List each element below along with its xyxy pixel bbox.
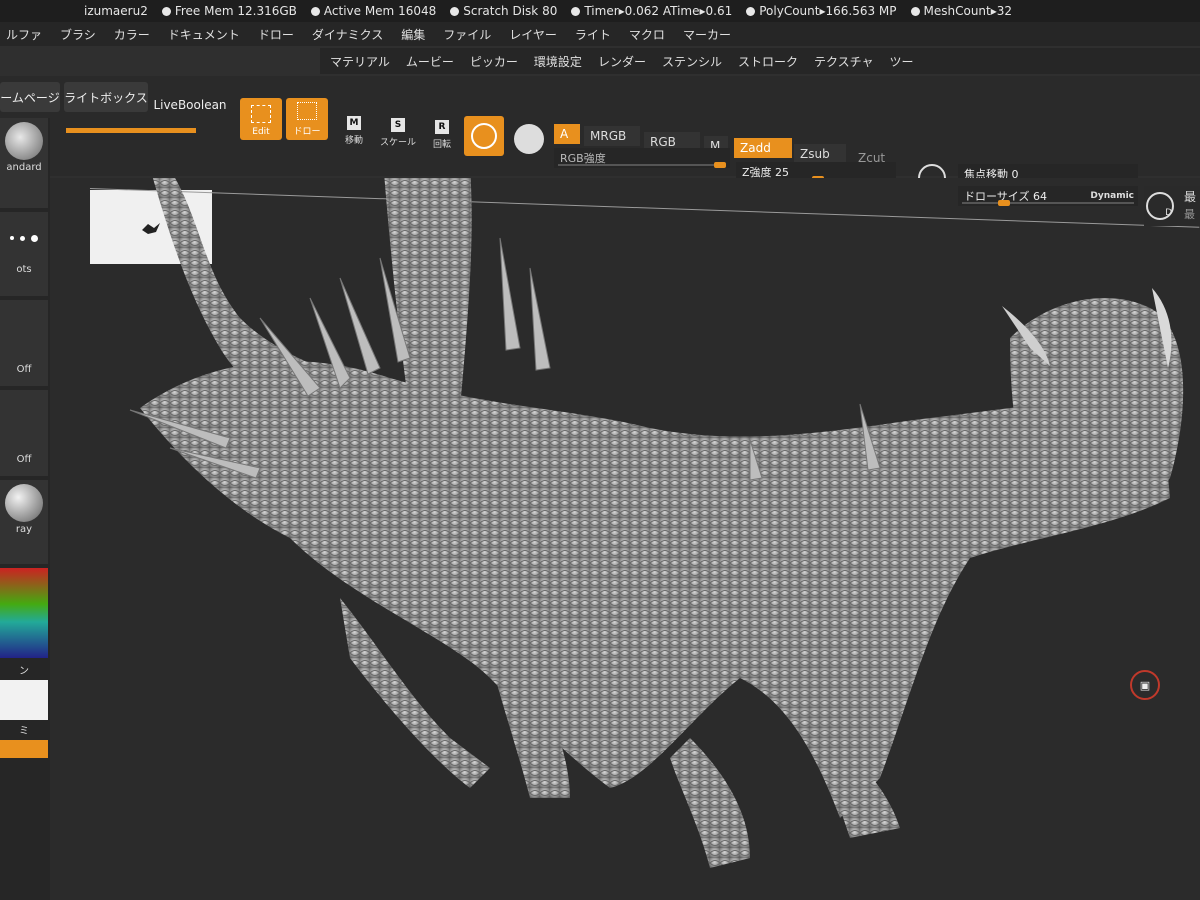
dynamic-toggle[interactable]: Dynamic — [1090, 191, 1134, 201]
zbrush-screen: izumaeru2 Free Mem 12.316GB Active Mem 1… — [0, 0, 1200, 900]
rgb-intensity-knob[interactable] — [714, 162, 726, 168]
rgb-intensity-slider[interactable]: RGB強度 — [554, 148, 730, 168]
scratch-disk: Scratch Disk 80 — [450, 4, 557, 18]
indicator-dot-icon — [746, 7, 756, 16]
rotate-icon: R — [435, 120, 449, 134]
menu-preferences[interactable]: 環境設定 — [534, 53, 582, 70]
menu-picker[interactable]: ピッカー — [470, 53, 518, 70]
edit-button[interactable]: Edit — [240, 98, 282, 140]
home-page-button[interactable]: ームページ — [0, 82, 60, 112]
menu-alpha[interactable]: ルファ — [6, 26, 42, 43]
active-mem: Active Mem 16048 — [310, 4, 436, 18]
liveboolean-button[interactable]: LiveBoolean — [150, 90, 230, 120]
perspective-button[interactable]: ▣ — [1130, 670, 1160, 700]
menu-edit[interactable]: 編集 — [401, 26, 425, 43]
menu-bar-continued: マテリアル ムービー ピッカー 環境設定 レンダー ステンシル ストローク テク… — [320, 48, 1200, 74]
draw-size-knob[interactable] — [998, 200, 1010, 206]
max-label: 最 — [1184, 190, 1197, 204]
secondary-color-swatch[interactable] — [0, 740, 48, 758]
color-picker[interactable] — [0, 568, 48, 658]
lightbox-progress-bar — [66, 128, 196, 133]
menu-macro[interactable]: マクロ — [629, 26, 665, 43]
gizmo-icon — [471, 123, 497, 149]
material-sphere-icon — [5, 484, 43, 522]
material-selector[interactable]: ray — [0, 480, 48, 564]
menu-color[interactable]: カラー — [114, 26, 150, 43]
persp-camera-icon: ▣ — [1139, 678, 1151, 692]
texture-selector[interactable]: Off — [0, 390, 48, 476]
draw-icon — [297, 102, 317, 120]
menu-stencil[interactable]: ステンシル — [662, 53, 722, 70]
move-button[interactable]: M 移動 — [336, 106, 372, 146]
toolbar: ームページ ライトボックス LiveBoolean Edit ドロー M 移動 … — [0, 76, 1200, 192]
meshcount: MeshCount▸32 — [910, 4, 1012, 18]
canvas-viewport[interactable]: ▣ — [48, 178, 1200, 900]
solo-icon[interactable] — [514, 124, 544, 154]
menu-document[interactable]: ドキュメント — [168, 26, 240, 43]
menu-tool[interactable]: ツー — [890, 53, 914, 70]
scale-icon: S — [391, 118, 405, 132]
zsub-button[interactable]: Zsub — [794, 144, 846, 164]
timer: Timer▸0.062 ATime▸0.61 — [571, 4, 732, 18]
gizmo-button[interactable] — [464, 116, 504, 156]
indicator-dot-icon — [310, 7, 320, 16]
a-toggle[interactable]: A — [554, 124, 580, 144]
dragon-sculpt-model[interactable] — [50, 178, 1200, 900]
menu-texture[interactable]: テクスチャ — [814, 53, 874, 70]
draw-button[interactable]: ドロー — [286, 98, 328, 140]
move-icon: M — [347, 116, 361, 130]
switch-color-label[interactable]: ン — [0, 662, 48, 678]
max-label-2: 最 — [1184, 208, 1195, 221]
menu-bar: ルファ ブラシ カラー ドキュメント ドロー ダイナミクス 編集 ファイル レイ… — [0, 22, 1200, 46]
menu-render[interactable]: レンダー — [598, 53, 646, 70]
menu-layer[interactable]: レイヤー — [509, 26, 557, 43]
menu-dynamics[interactable]: ダイナミクス — [312, 26, 383, 43]
left-shelf: andard ots Off Off ray ン ミ — [0, 118, 50, 900]
menu-stroke[interactable]: ストローク — [738, 53, 798, 70]
free-mem: Free Mem 12.316GB — [161, 4, 297, 18]
project-name: izumaeru2 — [84, 4, 148, 18]
main-color-swatch[interactable] — [0, 680, 48, 720]
zadd-button[interactable]: Zadd — [734, 138, 792, 158]
menu-file[interactable]: ファイル — [443, 26, 491, 43]
stroke-selector[interactable]: ots — [0, 212, 48, 296]
secondary-label: ミ — [0, 722, 48, 738]
menu-light[interactable]: ライト — [575, 26, 611, 43]
scale-button[interactable]: S スケール — [380, 108, 416, 148]
rotate-button[interactable]: R 回転 — [424, 110, 460, 150]
right-tool-cluster: D 最 最 — [1144, 186, 1200, 226]
menu-brush[interactable]: ブラシ — [60, 26, 96, 43]
brush-selector[interactable]: andard — [0, 118, 48, 208]
brush-preview-icon — [5, 122, 43, 160]
alpha-selector[interactable]: Off — [0, 300, 48, 386]
menu-draw[interactable]: ドロー — [258, 26, 294, 43]
indicator-dot-icon — [910, 7, 920, 16]
draw-size-slider[interactable]: ドローサイズ 64 Dynamic — [958, 186, 1138, 206]
polycount: PolyCount▸166.563 MP — [746, 4, 897, 18]
dots-stroke-icon — [0, 212, 48, 264]
menu-marker[interactable]: マーカー — [683, 26, 731, 43]
draw-size-icon[interactable]: D — [1146, 192, 1174, 220]
menu-movie[interactable]: ムービー — [406, 53, 454, 70]
mrgb-button[interactable]: MRGB — [584, 126, 640, 146]
menu-material[interactable]: マテリアル — [330, 53, 390, 70]
indicator-dot-icon — [161, 7, 171, 16]
indicator-dot-icon — [571, 7, 581, 16]
indicator-dot-icon — [450, 7, 460, 16]
status-bar: izumaeru2 Free Mem 12.316GB Active Mem 1… — [0, 0, 1200, 22]
edit-icon — [251, 105, 271, 123]
lightbox-button[interactable]: ライトボックス — [64, 82, 148, 112]
